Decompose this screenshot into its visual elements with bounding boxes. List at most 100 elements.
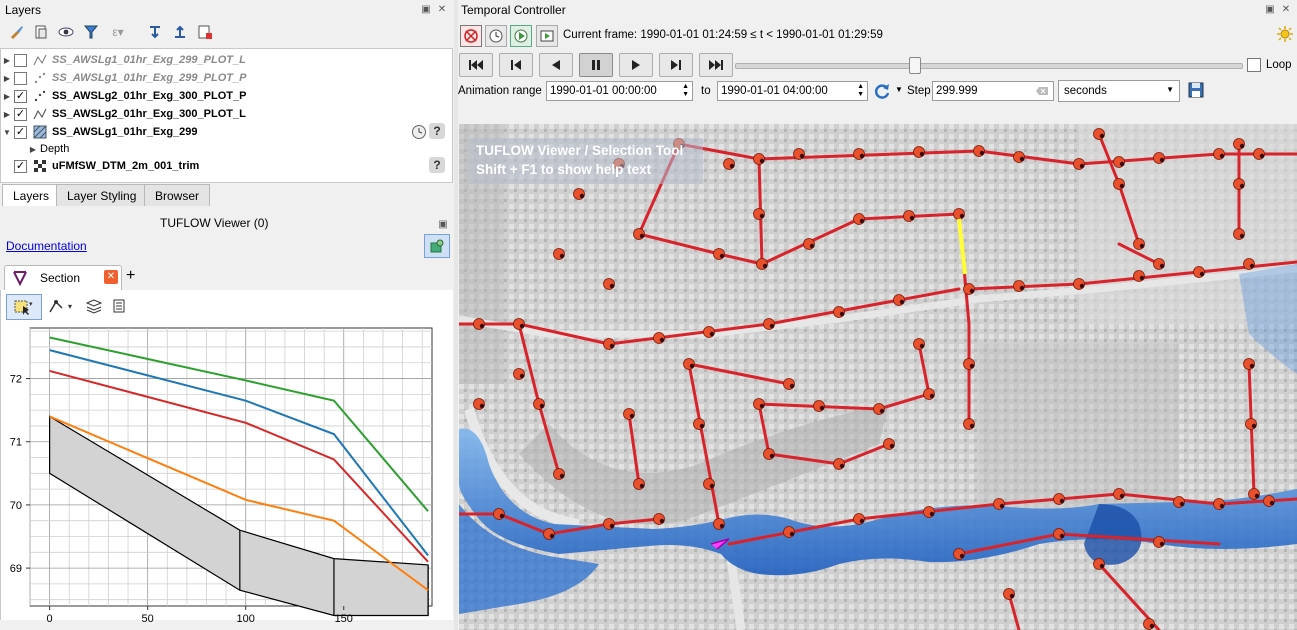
animated-temporal-icon[interactable] bbox=[510, 25, 532, 47]
layer-row-selected[interactable]: ▼ ✓ SS_AWSLg1_01hr_Exg_299 ? bbox=[0, 123, 446, 141]
network-node-dot bbox=[609, 523, 615, 529]
expand-all-icon[interactable] bbox=[145, 22, 165, 42]
collapse-arrow-icon[interactable]: ▼ bbox=[0, 128, 14, 137]
layer-row[interactable]: ▶ ✓ SS_AWSLg2_01hr_Exg_300_PLOT_P bbox=[0, 87, 446, 105]
skip-to-start-button[interactable] bbox=[459, 53, 493, 77]
expand-arrow-icon[interactable]: ▶ bbox=[0, 74, 14, 83]
select-feature-button[interactable]: ▾ bbox=[6, 294, 42, 320]
close-panel-icon[interactable]: ▣ bbox=[436, 217, 450, 231]
range-start-input[interactable]: 1990-01-01 00:00:00 ▲ ▼ bbox=[546, 81, 693, 101]
layer-row[interactable]: ▶ ✓ SS_AWSLg2_01hr_Exg_300_PLOT_L bbox=[0, 105, 446, 123]
step-unit-select[interactable]: seconds ▼ bbox=[1058, 80, 1180, 102]
layers-stack-icon[interactable] bbox=[85, 298, 103, 317]
temporal-off-button[interactable] bbox=[460, 25, 482, 47]
settings-sun-icon[interactable] bbox=[1277, 26, 1293, 45]
network-node-dot bbox=[1149, 623, 1155, 629]
help-icon[interactable]: ? bbox=[429, 123, 445, 139]
expand-arrow-icon[interactable]: ▶ bbox=[0, 110, 14, 119]
expand-arrow-icon[interactable]: ▶ bbox=[0, 56, 14, 65]
layer-row[interactable]: ▶ SS_AWSLg1_01hr_Exg_299_PLOT_P bbox=[0, 69, 446, 87]
network-node-dot bbox=[1259, 153, 1265, 159]
add-group-icon[interactable] bbox=[31, 22, 51, 42]
table-export-icon[interactable] bbox=[112, 298, 128, 317]
play-backward-button[interactable] bbox=[539, 53, 573, 77]
documentation-link[interactable]: Documentation bbox=[6, 239, 87, 253]
network-node-dot bbox=[809, 243, 815, 249]
temporal-title: Temporal Controller bbox=[461, 3, 566, 17]
sub-item-row[interactable]: ▶ Depth bbox=[0, 140, 446, 158]
network-node-dot bbox=[579, 193, 585, 199]
eye-icon[interactable] bbox=[56, 22, 76, 42]
spin-arrows-icon[interactable]: ▲ ▼ bbox=[682, 83, 689, 99]
dropdown-arrow-icon[interactable]: ▼ bbox=[895, 85, 903, 94]
map-canvas[interactable]: TUFLOW Viewer / Selection Tool Shift + F… bbox=[459, 124, 1297, 630]
tab-layers[interactable]: Layers bbox=[2, 184, 61, 206]
layer-checkbox[interactable]: ✓ bbox=[14, 159, 27, 173]
network-node-dot bbox=[559, 473, 565, 479]
skip-to-end-button[interactable] bbox=[699, 53, 733, 77]
close-panel-icon[interactable]: ✕ bbox=[1279, 2, 1293, 16]
close-panel-icon[interactable]: ✕ bbox=[435, 2, 449, 16]
add-tab-button[interactable]: + bbox=[126, 267, 135, 285]
network-node-dot bbox=[969, 423, 975, 429]
layer-checkbox[interactable]: ✓ bbox=[14, 89, 27, 103]
network-node-dot bbox=[1239, 143, 1245, 149]
network-node-dot bbox=[1019, 285, 1025, 291]
spin-arrows-icon[interactable]: ▲ ▼ bbox=[857, 83, 864, 99]
clear-field-icon[interactable] bbox=[1035, 86, 1049, 99]
save-icon[interactable] bbox=[1188, 82, 1204, 101]
layer-checkbox[interactable] bbox=[14, 53, 27, 67]
refresh-range-icon[interactable] bbox=[873, 82, 891, 103]
layer-checkbox[interactable] bbox=[14, 71, 27, 85]
layer-row[interactable]: ✓ uFMfSW_DTM_2m_001_trim ? bbox=[0, 157, 446, 175]
network-node-dot bbox=[969, 288, 975, 294]
network-node-dot bbox=[759, 213, 765, 219]
filter-expression-icon[interactable]: ε▾ bbox=[108, 22, 128, 42]
layer-row[interactable]: ▶ SS_AWSLg1_01hr_Exg_299_PLOT_L bbox=[0, 51, 446, 69]
layer-checkbox[interactable]: ✓ bbox=[14, 125, 27, 139]
step-back-button[interactable] bbox=[499, 53, 533, 77]
fixed-range-clock-icon[interactable] bbox=[485, 25, 507, 47]
network-node-dot bbox=[539, 403, 545, 409]
step-input[interactable]: 299.999 bbox=[932, 81, 1054, 101]
network-node-dot bbox=[699, 423, 705, 429]
network-node-dot bbox=[499, 513, 505, 519]
float-panel-icon[interactable]: ▣ bbox=[1263, 2, 1277, 16]
collapse-all-icon[interactable] bbox=[170, 22, 190, 42]
remove-layer-icon[interactable] bbox=[195, 22, 215, 42]
expand-arrow-icon[interactable]: ▶ bbox=[0, 92, 14, 101]
filter-icon[interactable] bbox=[81, 22, 101, 42]
network-node-dot bbox=[1119, 183, 1125, 189]
paint-brush-icon[interactable] bbox=[6, 22, 26, 42]
tab-browser[interactable]: Browser bbox=[144, 184, 211, 206]
loop-checkbox[interactable] bbox=[1247, 58, 1261, 72]
range-end-input[interactable]: 1990-01-01 04:00:00 ▲ ▼ bbox=[717, 81, 868, 101]
tuflow-settings-icon[interactable] bbox=[424, 234, 450, 258]
close-tab-icon[interactable]: ✕ bbox=[104, 270, 118, 284]
layer-checkbox[interactable]: ✓ bbox=[14, 107, 27, 121]
network-node-dot bbox=[759, 158, 765, 164]
time-slider-track[interactable] bbox=[735, 63, 1243, 69]
time-slider-handle[interactable] bbox=[908, 57, 921, 74]
float-panel-icon[interactable]: ▣ bbox=[419, 2, 433, 16]
draw-line-icon[interactable]: ▾ bbox=[48, 298, 76, 317]
network-node-dot bbox=[519, 323, 525, 329]
network-node-dot bbox=[1269, 500, 1275, 506]
pause-button[interactable] bbox=[579, 53, 613, 77]
layers-panel-title: Layers bbox=[5, 3, 42, 17]
network-node-dot bbox=[1099, 563, 1105, 569]
tab-layer-styling[interactable]: Layer Styling bbox=[56, 184, 148, 206]
tab-section[interactable]: Section ✕ bbox=[4, 265, 122, 290]
help-icon[interactable]: ? bbox=[429, 157, 445, 173]
expand-arrow-icon[interactable]: ▶ bbox=[26, 145, 40, 154]
movie-export-icon[interactable] bbox=[536, 25, 558, 47]
layer-name: SS_AWSLg1_01hr_Exg_299 bbox=[52, 126, 198, 138]
step-unit-value: seconds bbox=[1064, 85, 1107, 97]
loop-label: Loop bbox=[1266, 59, 1292, 71]
section-chart[interactable]: 72 71 70 69 0 50 100 150 bbox=[4, 324, 440, 626]
step-forward-button[interactable] bbox=[659, 53, 693, 77]
play-forward-button[interactable] bbox=[619, 53, 653, 77]
overlay-title: TUFLOW Viewer / Selection Tool bbox=[476, 143, 684, 158]
layer-name: SS_AWSLg2_01hr_Exg_300_PLOT_L bbox=[52, 108, 246, 120]
network-node-dot bbox=[1159, 157, 1165, 163]
